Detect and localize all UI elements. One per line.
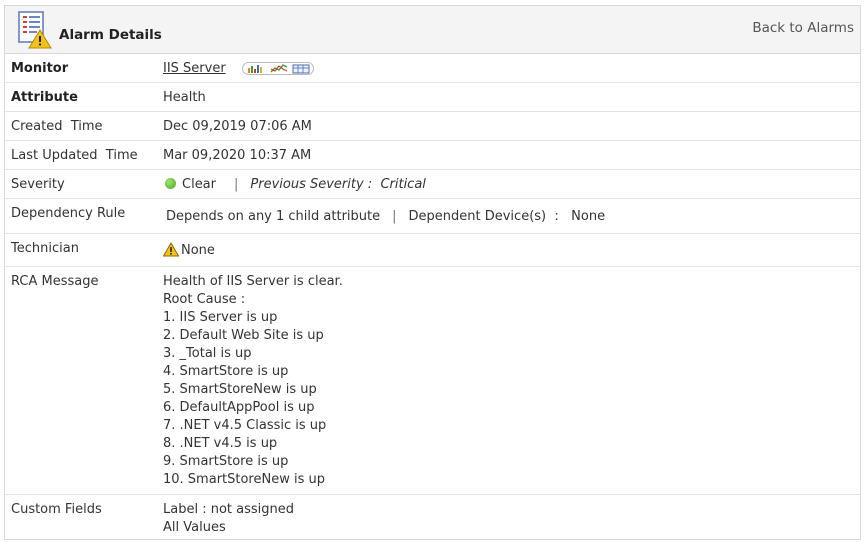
custom-field-values-line: All Values xyxy=(163,520,226,535)
severity-value: Clear | Previous Severity : Critical xyxy=(165,177,426,192)
technician-label: Technician xyxy=(11,241,79,256)
rca-line: Health of IIS Server is clear. xyxy=(163,274,343,289)
dependency-rule-row: Dependency Rule Depends on any 1 child a… xyxy=(5,199,860,234)
clear-status-dot-icon xyxy=(165,178,176,189)
created-time-label: Created Time xyxy=(11,119,103,134)
rca-line: 10. SmartStoreNew is up xyxy=(163,472,325,487)
rca-line: 3. _Total is up xyxy=(163,346,252,361)
table-view-icon[interactable] xyxy=(292,63,310,74)
severity-current: Clear xyxy=(182,177,216,192)
page-title: Alarm Details xyxy=(59,27,162,43)
panel-header: Alarm Details Back to Alarms xyxy=(5,6,860,54)
previous-severity: Previous Severity : Critical xyxy=(250,177,426,192)
rca-message-row: RCA Message Health of IIS Server is clea… xyxy=(5,267,860,495)
monitor-label: Monitor xyxy=(11,61,69,76)
rca-message-label: RCA Message xyxy=(11,274,99,289)
rca-line: 7. .NET v4.5 Classic is up xyxy=(163,418,327,433)
monitor-value: IIS Server xyxy=(163,61,315,76)
rca-line: 4. SmartStore is up xyxy=(163,364,289,379)
last-updated-time-label: Last Updated Time xyxy=(11,148,138,163)
rca-line: 1. IIS Server is up xyxy=(163,310,278,325)
rca-line: 8. .NET v4.5 is up xyxy=(163,436,278,451)
dependency-rule-text: Depends on any 1 child attribute xyxy=(166,209,381,224)
created-time-value: Dec 09,2019 07:06 AM xyxy=(163,119,312,134)
rca-message-value: Health of IIS Server is clear. Root Caus… xyxy=(163,273,343,489)
severity-row: Severity Clear | Previous Severity : Criti… xyxy=(5,170,860,199)
attribute-label: Attribute xyxy=(11,90,78,105)
last-updated-time-value: Mar 09,2020 10:37 AM xyxy=(163,148,312,163)
custom-fields-label: Custom Fields xyxy=(11,502,102,517)
attribute-value: Health xyxy=(163,90,206,105)
back-to-alarms-link[interactable]: Back to Alarms xyxy=(752,20,854,36)
alarm-details-panel: Alarm Details Back to Alarms Monitor IIS… xyxy=(4,5,861,540)
bar-chart-icon[interactable] xyxy=(246,63,266,74)
dependent-devices: Dependent Device(s) : None xyxy=(408,209,606,224)
rca-line: 2. Default Web Site is up xyxy=(163,328,324,343)
custom-field-label-line: Label : not assigned xyxy=(163,502,295,517)
technician-row: Technician None xyxy=(5,234,860,267)
custom-fields-value: Label : not assigned All Values xyxy=(163,501,294,537)
alarm-document-icon xyxy=(18,11,52,49)
technician-value: None xyxy=(163,241,215,258)
attribute-row: Attribute Health xyxy=(5,83,860,112)
rca-line: Root Cause : xyxy=(163,292,246,307)
dependency-separator: | xyxy=(392,209,397,224)
dependency-rule-label: Dependency Rule xyxy=(11,206,126,221)
custom-fields-row: Custom Fields Label : not assigned All V… xyxy=(5,495,860,541)
monitor-link[interactable]: IIS Server xyxy=(163,61,226,76)
dependency-rule-value: Depends on any 1 child attribute | Depende… xyxy=(166,209,605,224)
severity-separator: | xyxy=(234,177,239,192)
technician-name: None xyxy=(181,243,215,258)
last-updated-time-row: Last Updated Time Mar 09,2020 10:37 AM xyxy=(5,141,860,170)
rca-line: 6. DefaultAppPool is up xyxy=(163,400,315,415)
severity-label: Severity xyxy=(11,177,65,192)
monitor-row: Monitor IIS Server xyxy=(5,54,860,83)
created-time-row: Created Time Dec 09,2019 07:06 AM xyxy=(5,112,860,141)
monitor-graph-icons xyxy=(241,62,315,75)
warning-icon xyxy=(163,241,179,256)
rca-line: 5. SmartStoreNew is up xyxy=(163,382,317,397)
line-chart-icon[interactable] xyxy=(270,63,288,74)
rca-line: 9. SmartStore is up xyxy=(163,454,289,469)
